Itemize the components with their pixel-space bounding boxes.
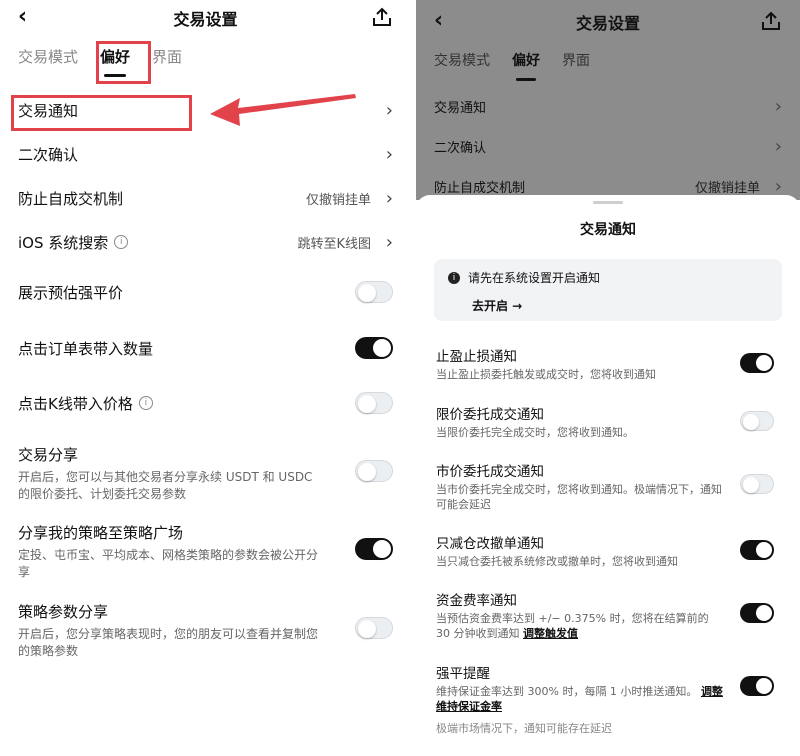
row-label: 二次确认 — [434, 140, 487, 156]
sheet-drag-handle[interactable] — [593, 201, 623, 204]
row-label: 防止自成交机制 — [18, 189, 124, 208]
item-title: 止盈止损通知 — [436, 349, 517, 365]
chevron-right-icon: › — [385, 99, 393, 121]
row-label: 点击订单表带入数量 — [18, 339, 154, 358]
settings-screen: ‹ 交易设置 交易模式 偏好 界面 交易通知 › 二次确认 › 防止自成交机制 … — [0, 0, 411, 756]
row-label: 展示预估强平价 — [18, 283, 124, 302]
row-description: 开启后，您可以与其他交易者分享永续 USDT 和 USDC 的限价委托、计划委托… — [18, 470, 313, 501]
toggle-switch[interactable] — [355, 337, 393, 359]
info-icon[interactable]: i — [114, 235, 129, 249]
row-trade-notification[interactable]: 交易通知 › — [434, 86, 782, 126]
page-title: 交易设置 — [173, 10, 238, 29]
tab-trade-mode[interactable]: 交易模式 — [18, 46, 78, 82]
item-tp-sl-notification: 止盈止损通知 当止盈止损委托触发或成交时，您将收到通知 — [436, 345, 780, 382]
row-value: 仅撤销挂单 — [694, 180, 760, 196]
row-value: 仅撤销挂单 — [305, 192, 371, 208]
chevron-right-icon: › — [385, 231, 393, 253]
toggle-switch[interactable] — [355, 617, 393, 639]
row-label: 防止自成交机制 — [434, 180, 526, 196]
chevron-right-icon: › — [774, 175, 782, 197]
item-title: 市价委托成交通知 — [436, 464, 544, 480]
item-description: 当止盈止损委托触发或成交时，您将收到通知 — [436, 368, 656, 381]
page-title: 交易设置 — [575, 14, 640, 33]
share-icon[interactable] — [760, 10, 782, 32]
dimmed-background: ‹ 交易设置 交易模式 偏好 界面 交易通知 › 二次确认 › 防止自成交机制 … — [416, 0, 800, 200]
toggle-switch[interactable] — [740, 676, 774, 696]
sheet-title: 交易通知 — [580, 222, 636, 238]
annotation-highlight-tab — [96, 41, 151, 84]
row-second-confirmation[interactable]: 二次确认 › — [434, 126, 782, 166]
toggle-switch[interactable] — [355, 392, 393, 414]
item-limit-fill-notification: 限价委托成交通知 当限价委托完全成交时，您将收到通知。 — [436, 403, 780, 440]
row-label: 交易分享 — [18, 446, 79, 464]
row-label: 二次确认 — [18, 145, 79, 164]
toggle-switch[interactable] — [355, 460, 393, 482]
toggle-switch[interactable] — [355, 281, 393, 303]
info-icon[interactable]: i — [138, 396, 153, 410]
row-click-order-quantity: 点击订单表带入数量 — [18, 328, 393, 368]
go-enable-link[interactable]: 去开启 → — [472, 297, 522, 314]
toggle-switch[interactable] — [740, 411, 774, 431]
item-title: 强平提醒 — [436, 666, 490, 682]
row-label: 点击K线带入价格 — [18, 394, 133, 413]
row-value: 跳转至K线图 — [297, 236, 371, 252]
chevron-right-icon: › — [385, 187, 393, 209]
item-title: 限价委托成交通知 — [436, 407, 544, 423]
tab-interface[interactable]: 界面 — [562, 50, 590, 86]
toggle-switch[interactable] — [740, 474, 774, 494]
share-icon[interactable] — [371, 6, 393, 28]
notification-sheet-screen: ‹ 交易设置 交易模式 偏好 界面 交易通知 › 二次确认 › 防止自成交机制 … — [416, 0, 800, 756]
row-self-trade-prevention[interactable]: 防止自成交机制 仅撤销挂单 › — [18, 178, 393, 218]
bottom-sheet: 交易通知 i 请先在系统设置开启通知 去开启 → 止盈止损通知 当止盈止损委托触… — [416, 195, 800, 756]
item-liquidation-alert: 强平提醒 维持保证金率达到 300% 时，每隔 1 小时推送通知。 调整维持保证… — [436, 662, 780, 714]
item-description: 当只减仓委托被系统修改或撤单时，您将收到通知 — [436, 555, 678, 568]
row-strategy-params-sharing: 策略参数分享 开启后，您分享策略表现时，您的朋友可以查看并复制您的策略参数 — [18, 601, 393, 660]
footnote: 极端市场情况下，通知可能存在延迟 — [436, 722, 612, 735]
row-share-strategy: 分享我的策略至策略广场 定投、屯币宝、平均成本、网格类策略的参数会被公开分享 — [18, 522, 393, 581]
toggle-switch[interactable] — [740, 603, 774, 623]
item-description: 维持保证金率达到 300% 时，每隔 1 小时推送通知。 — [436, 685, 698, 698]
chevron-right-icon: › — [774, 95, 782, 117]
item-description: 当限价委托完全成交时，您将收到通知。 — [436, 426, 634, 439]
tab-trade-mode[interactable]: 交易模式 — [434, 50, 490, 86]
row-label: 策略参数分享 — [18, 603, 109, 621]
row-second-confirmation[interactable]: 二次确认 › — [18, 134, 393, 174]
tab-preferences[interactable]: 偏好 — [512, 50, 540, 86]
item-description: 当市价委托完全成交时，您将收到通知。极端情况下，通知可能会延迟 — [436, 483, 722, 511]
notification-permission-banner: i 请先在系统设置开启通知 去开启 → — [434, 259, 782, 321]
row-trade-sharing: 交易分享 开启后，您可以与其他交易者分享永续 USDT 和 USDC 的限价委托… — [18, 444, 393, 503]
row-description: 开启后，您分享策略表现时，您的朋友可以查看并复制您的策略参数 — [18, 627, 319, 658]
item-market-fill-notification: 市价委托成交通知 当市价委托完全成交时，您将收到通知。极端情况下，通知可能会延迟 — [436, 460, 780, 512]
annotation-highlight-row — [11, 95, 192, 131]
chevron-right-icon: › — [774, 135, 782, 157]
row-description: 定投、屯币宝、平均成本、网格类策略的参数会被公开分享 — [18, 548, 319, 579]
row-click-kline-price: 点击K线带入价格 i — [18, 383, 393, 423]
row-label: 分享我的策略至策略广场 — [18, 524, 184, 542]
item-reduce-only-notification: 只减仓改撤单通知 当只减仓委托被系统修改或撤单时，您将收到通知 — [436, 532, 780, 569]
row-label: 交易通知 — [434, 100, 487, 116]
header: ‹ 交易设置 — [0, 0, 411, 36]
banner-message: 请先在系统设置开启通知 — [468, 271, 601, 285]
item-funding-rate-notification: 资金费率通知 当预估资金费率达到 +/− 0.375% 时，您将在结算前的 30… — [436, 589, 780, 641]
tab-interface[interactable]: 界面 — [152, 46, 182, 82]
red-annotation-arrow — [210, 94, 356, 126]
item-title: 只减仓改撤单通知 — [436, 536, 544, 552]
chevron-right-icon: › — [385, 143, 393, 165]
toggle-switch[interactable] — [740, 353, 774, 373]
toggle-switch[interactable] — [740, 540, 774, 560]
item-title: 资金费率通知 — [436, 593, 517, 609]
row-show-liquidation-price: 展示预估强平价 — [18, 272, 393, 312]
row-ios-search[interactable]: iOS 系统搜索 i 跳转至K线图 › — [18, 222, 393, 262]
toggle-switch[interactable] — [355, 538, 393, 560]
info-icon: i — [448, 271, 460, 284]
tab-bar: 交易模式 偏好 界面 — [434, 50, 590, 86]
adjust-trigger-link[interactable]: 调整触发值 — [523, 627, 578, 640]
row-label: iOS 系统搜索 — [18, 233, 109, 252]
